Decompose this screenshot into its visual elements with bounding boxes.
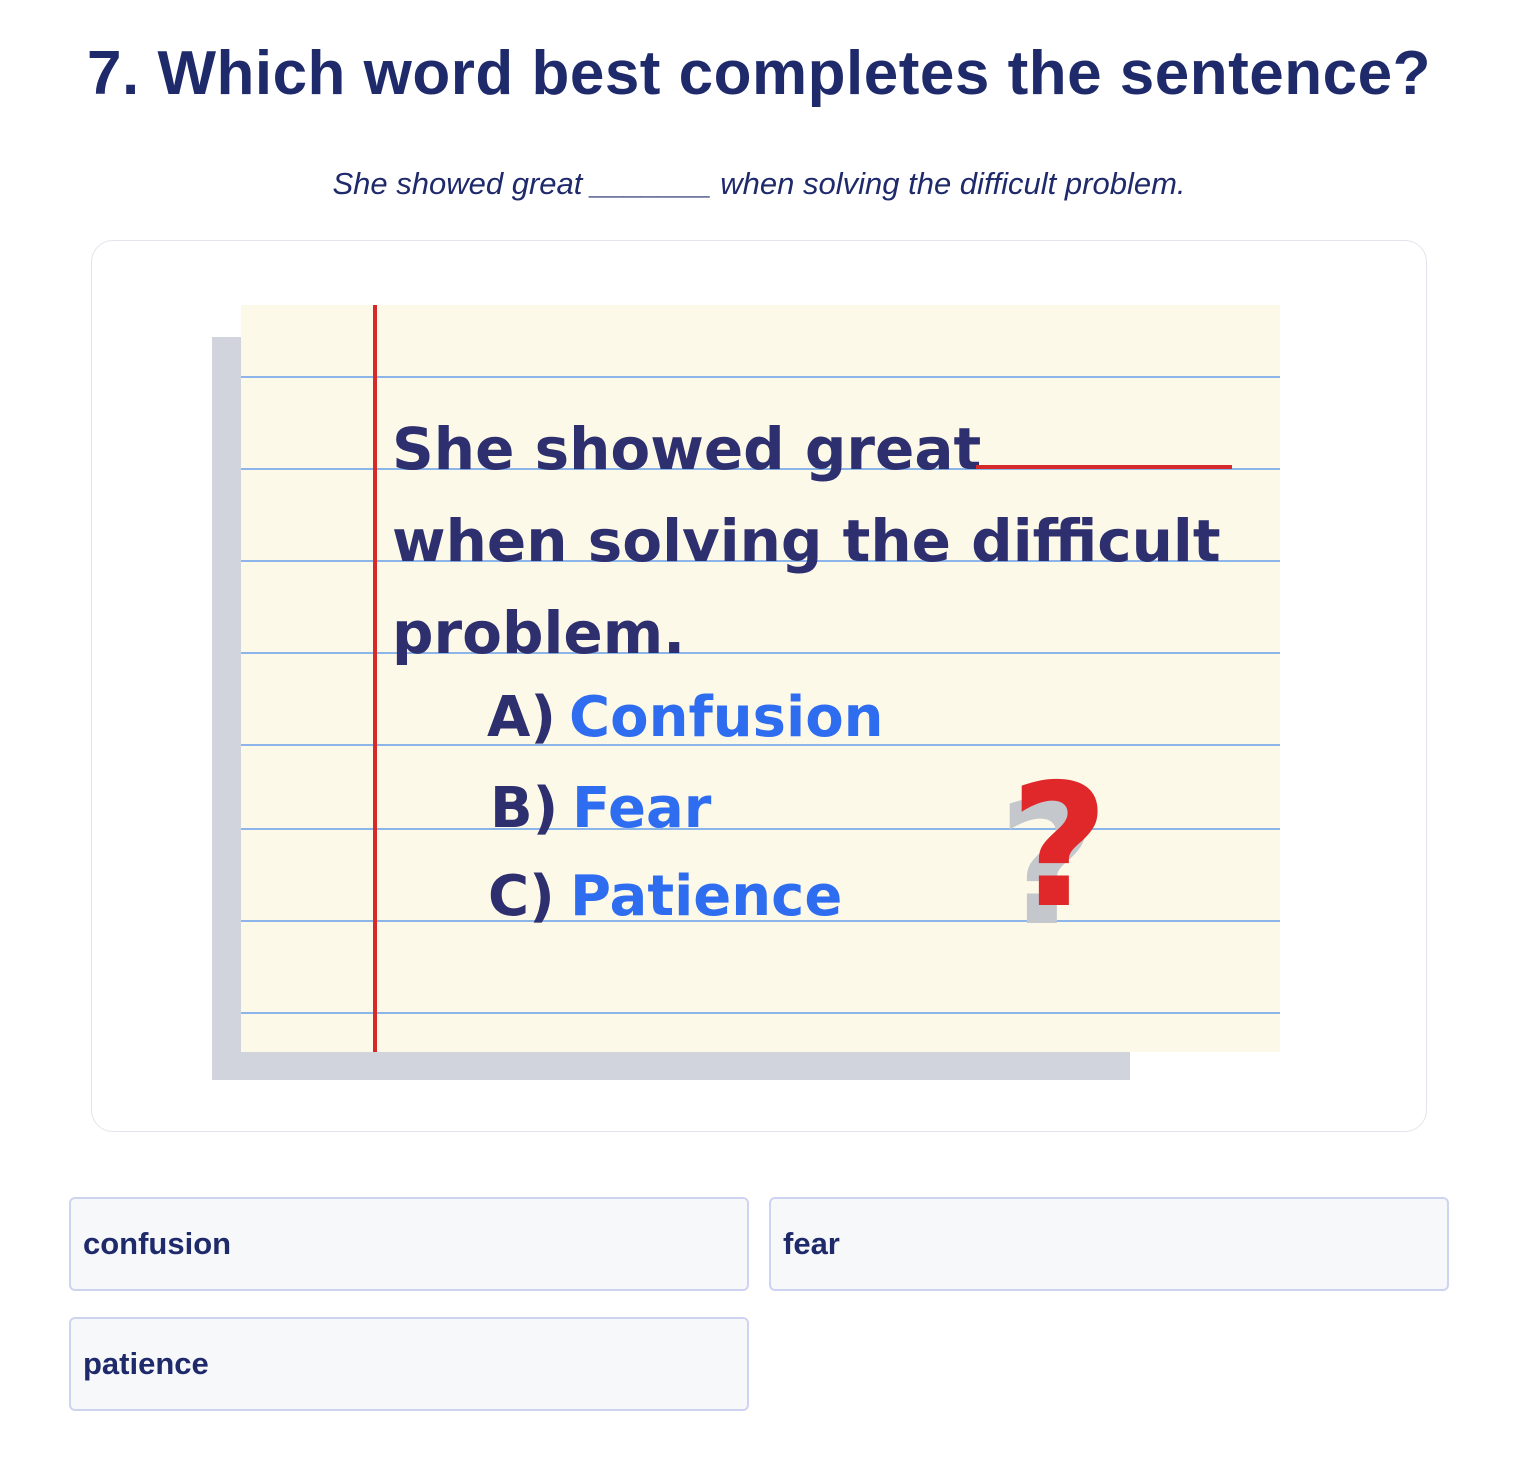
illustration-line-2: when solving the difficult xyxy=(392,507,1221,575)
question-sentence: She showed great _______ when solving th… xyxy=(332,166,1186,201)
illustration-choice-a-letter: A) xyxy=(487,685,556,750)
illustration-choice-a: Confusion xyxy=(569,685,884,750)
illustration-choice-c-letter: C) xyxy=(488,864,555,929)
question-mark-icon: ? ? xyxy=(998,748,1109,964)
answer-option-confusion[interactable]: confusion xyxy=(69,1197,749,1291)
illustration-choice-c: Patience xyxy=(570,864,842,929)
illustration-card: She showed great when solving the diffic… xyxy=(91,240,1427,1132)
illustration-choice-b: Fear xyxy=(572,776,712,841)
illustration-line-3: problem. xyxy=(392,599,685,667)
answer-option-label: patience xyxy=(83,1346,209,1381)
illustration-choice-b-letter: B) xyxy=(490,776,558,841)
svg-text:?: ? xyxy=(1010,748,1109,946)
answer-option-patience[interactable]: patience xyxy=(69,1317,749,1411)
answer-option-fear[interactable]: fear xyxy=(769,1197,1449,1291)
illustration-line-1: She showed great xyxy=(392,415,981,483)
question-title: 7. Which word best completes the sentenc… xyxy=(87,39,1431,108)
answer-option-label: fear xyxy=(783,1226,840,1261)
answer-option-label: confusion xyxy=(83,1226,232,1261)
notebook-illustration: She showed great when solving the diffic… xyxy=(212,305,1280,1080)
